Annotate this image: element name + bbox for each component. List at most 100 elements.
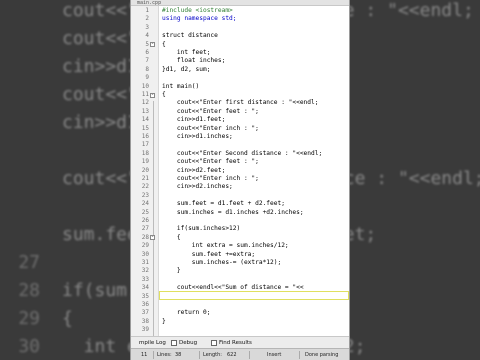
code-text: { xyxy=(162,40,166,48)
status-separator xyxy=(153,351,154,359)
status-bar: 11 Lines: 38 Length: 622 Insert Done par… xyxy=(131,348,349,360)
code-line[interactable]: 2 using namespace std; xyxy=(145,15,349,23)
line-number: 23 xyxy=(141,191,149,199)
code-text: cout<<"Enter feet : "; xyxy=(162,107,259,115)
code-text: #include <iostream> xyxy=(162,7,233,14)
fold-toggle-icon[interactable]: - xyxy=(150,235,155,241)
code-line[interactable]: 4 struct distance xyxy=(145,32,349,40)
line-number: 15 xyxy=(141,124,149,132)
code-line[interactable]: 24 sum.feet = d1.feet + d2.feet; xyxy=(142,200,349,208)
code-line[interactable]: 9 xyxy=(145,74,349,82)
code-line[interactable]: 15 cout<<"Enter inch : "; xyxy=(142,124,349,133)
code-line[interactable]: 36 xyxy=(142,301,349,309)
code-line[interactable]: 33 xyxy=(142,276,349,284)
line-number: 3 xyxy=(145,23,149,31)
code-line[interactable]: 28- { xyxy=(142,233,349,242)
code-text: cout<<"Enter feet : "; xyxy=(162,158,259,166)
code-line[interactable]: 5- { xyxy=(145,40,349,49)
line-number: 29 xyxy=(141,242,149,250)
line-number: 27 xyxy=(141,225,149,233)
code-line[interactable]: 7 float inches; xyxy=(145,57,349,65)
line-number: 16 xyxy=(141,133,149,140)
code-line[interactable]: 38} xyxy=(142,318,349,326)
code-line[interactable]: 29 int extra = sum.inches/12; xyxy=(142,242,349,250)
code-line[interactable]: 31 sum.inches-= (extra*12); xyxy=(142,259,349,267)
line-number: 33 xyxy=(141,275,149,283)
code-line[interactable]: 39 xyxy=(142,326,349,334)
code-line[interactable]: 37 return 0; xyxy=(142,309,349,317)
code-text: sum.feet +=extra; xyxy=(162,250,256,258)
code-line[interactable]: 19 cout<<"Enter feet : "; xyxy=(142,158,349,166)
code-text: struct distance xyxy=(162,32,218,40)
code-line[interactable]: 1 #include <iostream> xyxy=(145,7,349,15)
status-length-label: Length: xyxy=(203,352,222,358)
status-separator xyxy=(199,351,200,359)
log-tabs-bar: mpile Log Debug Find Results xyxy=(131,336,349,348)
code-text: { xyxy=(162,233,181,241)
code-line[interactable]: 8}d1, d2, sum; xyxy=(145,65,349,74)
line-number: 5 xyxy=(145,40,149,48)
line-number: 36 xyxy=(141,301,149,308)
code-line[interactable]: 27 if(sum.inches>12) xyxy=(142,225,349,233)
status-message: Done parsing xyxy=(305,352,339,358)
line-number: 37 xyxy=(141,309,149,317)
code-line[interactable]: 14 cin>>d1.feet; xyxy=(142,116,349,124)
code-text: cout<<"Enter inch : "; xyxy=(162,175,259,182)
code-line[interactable]: 21 cout<<"Enter inch : "; xyxy=(142,175,349,183)
find-results-icon xyxy=(211,340,217,346)
code-line[interactable]: 16 cin>>d1.inches; xyxy=(142,133,349,141)
code-line[interactable]: 22 cin>>d2.inches; xyxy=(142,183,349,191)
line-number: 28 xyxy=(141,233,149,241)
line-number: 4 xyxy=(145,32,149,40)
status-lines-value: 38 xyxy=(175,352,182,358)
editor-window: main.cpp 1 #include <iostream> 2 using name… xyxy=(130,0,350,360)
line-number: 9 xyxy=(145,74,149,82)
code-text: cout<<"Enter inch : "; xyxy=(162,124,259,132)
code-text: }d1, d2, sum; xyxy=(162,65,211,73)
line-number: 21 xyxy=(141,175,149,182)
code-line[interactable]: 23 xyxy=(142,192,349,200)
debug-label: Debug xyxy=(179,340,198,346)
status-col: 11 xyxy=(141,352,148,358)
code-text: cin>>d1.inches; xyxy=(162,133,233,140)
line-number: 26 xyxy=(141,217,149,224)
code-line[interactable]: 10 int main() xyxy=(142,83,349,91)
code-text: cin>>d1.feet; xyxy=(162,116,226,124)
code-line[interactable]: 6 int feet; xyxy=(145,49,349,57)
line-number: 1 xyxy=(145,7,149,14)
line-number: 13 xyxy=(141,107,149,115)
code-line[interactable]: 18 cout<<"Enter Second distance : "<<end… xyxy=(142,150,349,158)
code-line[interactable]: 34 cout<<endl<<"Sum of distance = "<< xyxy=(142,284,349,292)
status-separator xyxy=(249,351,250,359)
code-line[interactable]: 25 sum.inches = d1.inches +d2.inches; xyxy=(142,209,349,217)
line-number: 38 xyxy=(141,317,149,325)
fold-guide-line xyxy=(153,101,154,336)
status-lines-label: Lines: xyxy=(157,352,172,358)
compile-log-label: mpile Log xyxy=(139,340,166,346)
find-results-label: Find Results xyxy=(219,340,252,346)
debug-icon xyxy=(171,340,177,346)
code-line[interactable]: 20 cin>>d2.feet; xyxy=(142,167,349,175)
line-number: 19 xyxy=(141,158,149,166)
code-area[interactable]: 1 #include <iostream> 2 using namespace std… xyxy=(142,6,349,336)
code-line[interactable]: 17 xyxy=(142,141,349,149)
line-number: 2 xyxy=(145,15,149,23)
fold-toggle-icon[interactable]: - xyxy=(150,42,155,48)
line-number: 18 xyxy=(141,149,149,157)
fold-toggle-icon[interactable]: - xyxy=(150,92,155,98)
line-number: 10 xyxy=(141,82,149,90)
background-line-number: 30 xyxy=(18,336,40,357)
line-number: 14 xyxy=(141,116,149,124)
code-line[interactable]: 12 cout<<"Enter first distance : "<<endl… xyxy=(142,99,349,107)
code-line[interactable]: 35 xyxy=(142,293,349,301)
code-text: { xyxy=(162,91,166,98)
code-line[interactable]: 11- { xyxy=(142,91,349,99)
code-text: using namespace std; xyxy=(162,15,237,23)
line-number: 39 xyxy=(141,326,149,334)
code-line[interactable]: 30 sum.feet +=extra; xyxy=(142,250,349,259)
code-line[interactable]: 13 cout<<"Enter feet : "; xyxy=(142,107,349,116)
code-text: cin>>d2.inches; xyxy=(162,183,233,191)
code-line[interactable]: 32 } xyxy=(142,267,349,275)
code-line[interactable]: 3 xyxy=(145,24,349,32)
code-line[interactable]: 26 xyxy=(142,217,349,225)
